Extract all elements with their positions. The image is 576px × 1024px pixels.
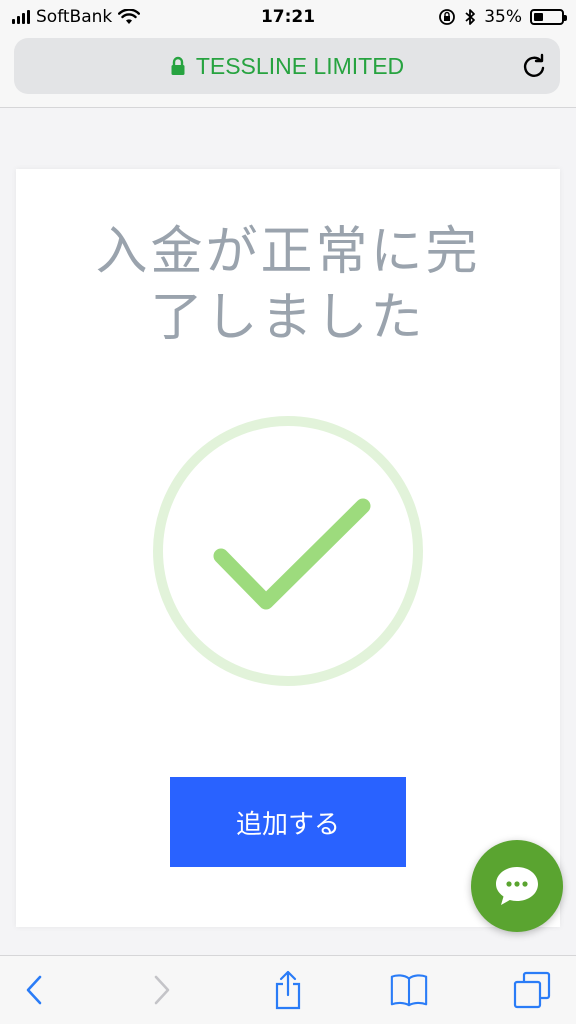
share-button[interactable] [268, 970, 308, 1010]
add-button[interactable]: 追加する [170, 777, 406, 867]
wifi-icon [118, 9, 141, 24]
status-left: SoftBank [12, 7, 141, 27]
battery-level [534, 13, 543, 21]
battery-icon [530, 9, 567, 25]
bluetooth-icon [465, 9, 476, 25]
signal-icon [12, 10, 30, 24]
page-content: 入金が正常に完 了しました 追加する [0, 109, 576, 955]
chat-button[interactable] [471, 840, 563, 932]
title-line-1: 入金が正常に完 [95, 222, 481, 282]
carrier-label: SoftBank [36, 7, 113, 27]
browser-header: TESSLINE LIMITED [0, 34, 576, 108]
title-line-2: 了しました [150, 288, 426, 348]
forward-icon [154, 975, 170, 1005]
back-button[interactable] [14, 970, 54, 1010]
page-title: 入金が正常に完 了しました [56, 219, 520, 351]
address-bar[interactable]: TESSLINE LIMITED [14, 38, 560, 94]
confirmation-card: 入金が正常に完 了しました 追加する [16, 169, 560, 927]
back-icon [26, 975, 42, 1005]
browser-toolbar [0, 955, 576, 1024]
forward-button[interactable] [142, 970, 182, 1010]
status-right: 35% [438, 7, 567, 27]
bookmarks-icon [390, 974, 428, 1007]
check-circle-icon [153, 416, 423, 686]
battery-percent: 35% [484, 7, 522, 27]
chat-bubble-icon [496, 867, 538, 905]
bookmarks-button[interactable] [389, 970, 429, 1010]
site-title: TESSLINE LIMITED [195, 52, 405, 79]
status-bar: SoftBank 17:21 35% [0, 0, 576, 34]
orientation-lock-icon [439, 9, 456, 25]
share-icon [275, 970, 301, 1010]
lock-icon [171, 56, 185, 75]
reload-icon[interactable] [520, 52, 548, 80]
tabs-icon [513, 971, 551, 1009]
tabs-button[interactable] [512, 970, 552, 1010]
